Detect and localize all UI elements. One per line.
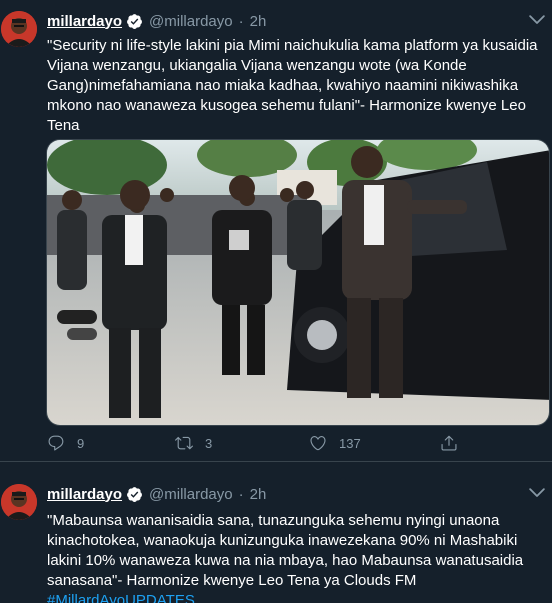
avatar[interactable] (1, 11, 37, 47)
like-icon (310, 436, 326, 451)
hashtag-link[interactable]: #MillardAyoUPDATES (47, 591, 547, 603)
retweet-icon (175, 436, 193, 450)
share-button[interactable] (440, 434, 458, 452)
handle[interactable]: @millardayo (149, 13, 233, 30)
verified-badge-icon (126, 13, 143, 30)
like-button[interactable]: 137 (309, 434, 361, 452)
tweet[interactable]: millardayo @millardayo · 2h "Mabaunsa wa… (0, 473, 552, 603)
timestamp[interactable]: 2h (250, 13, 267, 30)
tweet-header: millardayo @millardayo · 2h (47, 11, 266, 31)
tweet-actions: 9 3 137 (47, 434, 487, 458)
timestamp[interactable]: 2h (250, 486, 267, 503)
more-options-icon[interactable] (526, 8, 548, 30)
reply-icon (48, 435, 64, 451)
share-icon (441, 435, 457, 451)
tweet-text: "Security ni life-style lakini pia Mimi … (47, 37, 538, 134)
retweet-count: 3 (205, 435, 213, 451)
display-name[interactable]: millardayo (47, 486, 122, 503)
reply-count: 9 (77, 435, 85, 451)
tweet[interactable]: millardayo @millardayo · 2h "Security ni… (0, 0, 552, 462)
more-options-icon[interactable] (526, 481, 548, 503)
tweet-header: millardayo @millardayo · 2h (47, 484, 266, 504)
tweet-photo[interactable] (46, 139, 550, 426)
retweet-button[interactable]: 3 (175, 434, 212, 452)
like-count: 137 (339, 435, 361, 451)
handle[interactable]: @millardayo (149, 486, 233, 503)
display-name[interactable]: millardayo (47, 13, 122, 30)
verified-badge-icon (126, 486, 143, 503)
tweet-text-block: "Mabaunsa wananisaidia sana, tunazunguka… (47, 511, 547, 603)
separator-dot: · (238, 12, 244, 30)
avatar[interactable] (1, 484, 37, 520)
separator-dot: · (238, 485, 244, 503)
tweet-text: "Mabaunsa wananisaidia sana, tunazunguka… (47, 512, 524, 589)
reply-button[interactable]: 9 (47, 434, 84, 452)
